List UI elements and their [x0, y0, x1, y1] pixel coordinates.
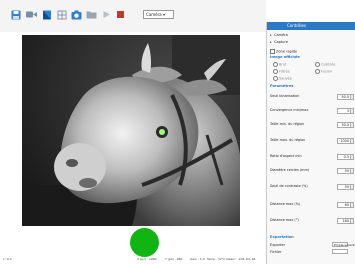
grid-icon[interactable]: [56, 9, 67, 20]
camera-icon[interactable]: [71, 9, 82, 20]
expander-camera-label: Caméra: [274, 33, 288, 37]
radio-raw-label: Brut: [279, 62, 287, 67]
file-label: Fichier: [270, 250, 282, 254]
spin-control[interactable]: [351, 108, 354, 114]
spin-control[interactable]: [351, 138, 354, 144]
spin-control[interactable]: [351, 202, 354, 208]
field-label: Distance max (%): [270, 202, 301, 206]
save-icon[interactable]: [10, 9, 21, 20]
spin-control[interactable]: [351, 168, 354, 174]
field-input[interactable]: 3: [337, 108, 351, 114]
toolbar: Caméra ▾: [0, 0, 266, 32]
live-checkbox[interactable]: [270, 49, 275, 54]
expander-capture[interactable]: ▸ Capture: [270, 40, 288, 44]
status-left: x: 0.0: [3, 257, 12, 261]
radio-fusion[interactable]: Fusion: [315, 69, 332, 74]
status-value: Valeur : 128, 64, 64: [226, 257, 256, 261]
radio-raw-button[interactable]: [273, 62, 278, 67]
radio-filtered-label: Filtrée: [279, 69, 290, 74]
play-icon[interactable]: [101, 9, 112, 20]
radio-filtered[interactable]: Filtrée: [273, 69, 290, 74]
radio-calibrated-label: Calibrée: [321, 62, 336, 67]
field-label: Distance max (°): [270, 218, 299, 222]
stop-icon[interactable]: [115, 9, 126, 20]
export-location-input[interactable]: Emplacement: [332, 242, 355, 247]
camera-image: [22, 35, 240, 226]
spin-control[interactable]: [351, 154, 354, 160]
radio-saved-label: Sauvée: [279, 76, 292, 81]
folder-icon[interactable]: [86, 9, 97, 20]
radio-fusion-button[interactable]: [315, 69, 320, 74]
radio-saved[interactable]: Sauvée: [273, 76, 292, 81]
field-input[interactable]: 1000: [337, 138, 351, 144]
file-input[interactable]: [332, 249, 348, 254]
source-select[interactable]: Caméra ▾: [143, 10, 174, 19]
spin-control[interactable]: [351, 122, 354, 128]
status-x: X (px) : 1080: [137, 257, 157, 261]
image-section-title: Image affichée: [270, 55, 300, 59]
field-input[interactable]: 180: [337, 218, 351, 224]
field-input[interactable]: 50.0: [337, 94, 351, 100]
expander-camera[interactable]: ▸ Caméra: [270, 33, 288, 37]
field-label: Convergence min/max: [270, 108, 309, 112]
field-label: Seuil binarisation: [270, 94, 300, 98]
field-input[interactable]: 60: [337, 202, 351, 208]
field-label: Ratio d'aspect min: [270, 154, 302, 158]
control-panel: Contrôles ▸ Caméra ▸ Capture Zone rapide I…: [266, 22, 355, 264]
spin-control[interactable]: [351, 94, 354, 100]
export-label: Exporter: [270, 243, 286, 247]
panel-title: Contrôles: [267, 22, 355, 30]
status-bar: x: 0.0 X (px) : 1080 Y (px) : 960 Gain :…: [0, 256, 266, 264]
field-label: Taille min. du région: [270, 122, 305, 126]
spin-control[interactable]: [351, 184, 354, 190]
radio-filtered-button[interactable]: [273, 69, 278, 74]
record-video-icon[interactable]: [26, 9, 37, 20]
radio-raw[interactable]: Brut: [273, 62, 286, 67]
source-select-value: Caméra ▾: [146, 12, 165, 17]
radio-saved-button[interactable]: [273, 76, 278, 81]
status-temp: Temp : 32°C: [207, 257, 226, 261]
camera-view[interactable]: [22, 35, 240, 226]
flag-icon[interactable]: [41, 9, 52, 20]
params-section-title: Paramètres: [270, 84, 294, 88]
live-label: Zone rapide: [276, 49, 298, 54]
field-label: Taille max. du région: [270, 138, 306, 142]
status-y: Y (px) : 960: [165, 257, 183, 261]
live-checkbox-row[interactable]: Zone rapide: [270, 49, 297, 54]
field-input[interactable]: 50: [337, 168, 351, 174]
expander-capture-label: Capture: [274, 40, 288, 44]
status-indicator: [130, 228, 159, 257]
radio-calibrated-button[interactable]: [315, 62, 320, 67]
field-input[interactable]: 50: [337, 184, 351, 190]
field-label: Seuil de contraste (%): [270, 184, 308, 188]
spin-control[interactable]: [351, 218, 354, 224]
export-section-title: Exportation: [270, 235, 294, 239]
field-label: Diamètre cercles (mm): [270, 168, 310, 172]
field-input[interactable]: 50.0: [337, 122, 351, 128]
radio-fusion-label: Fusion: [321, 69, 333, 74]
status-gain: Gain : 1.0: [190, 257, 205, 261]
radio-calibrated[interactable]: Calibrée: [315, 62, 335, 67]
field-input[interactable]: 0.5: [337, 154, 351, 160]
